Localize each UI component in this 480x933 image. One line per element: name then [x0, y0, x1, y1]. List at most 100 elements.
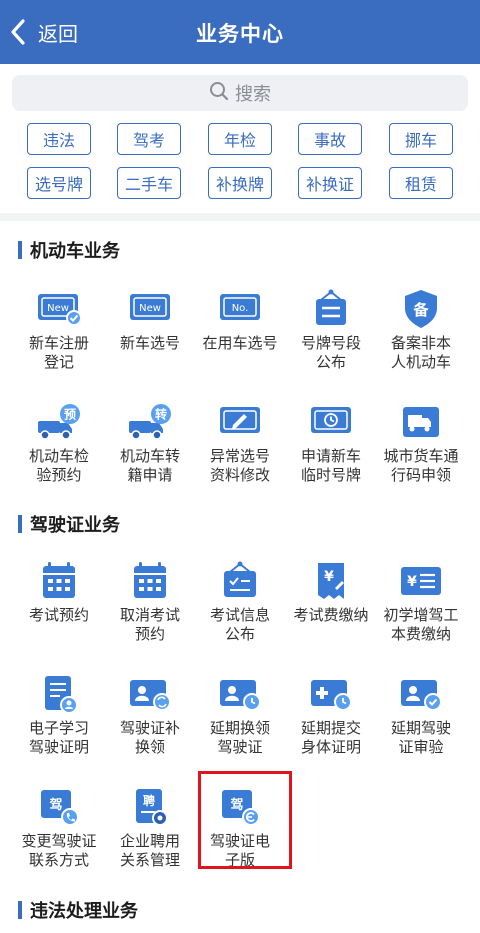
service-extend-license-renewal[interactable]: 延期换领 驾驶证 [195, 673, 285, 757]
fee-card-icon: ¥ [398, 560, 444, 602]
service-abnormal-number-edit[interactable]: 异常选号 资料修改 [195, 401, 285, 485]
service-new-car-number[interactable]: New 新车选号 [105, 288, 195, 353]
section-divider [0, 213, 480, 221]
license-check-icon [398, 673, 444, 715]
section-title-motor: 机动车业务 [18, 239, 120, 262]
temporary-plate-clock-icon [308, 401, 354, 443]
service-label: 备案非本 人机动车 [390, 334, 451, 371]
service-new-car-registration[interactable]: New 新车注册 登记 [14, 288, 104, 372]
employment-doc-icon: 聘 [127, 786, 173, 828]
service-exam-fee[interactable]: ¥ 考试费缴纳 [286, 560, 376, 625]
section-accent-bar [18, 241, 22, 259]
license-phone-icon: 驾 [36, 786, 82, 828]
service-learner-fee[interactable]: ¥ 初学增驾工 本费缴纳 [376, 560, 466, 644]
service-label: 变更驾驶证 联系方式 [21, 832, 97, 869]
service-label: 驾驶证补 换领 [119, 719, 180, 756]
fee-receipt-icon: ¥ [308, 560, 354, 602]
service-label: 申请新车 临时号牌 [300, 447, 361, 484]
license-extend-clock-icon [217, 673, 263, 715]
service-vehicle-transfer[interactable]: 转 机动车转 籍申请 [105, 401, 195, 485]
service-label: 城市货车通 行码申领 [383, 447, 459, 484]
service-exam-info[interactable]: 考试信息 公布 [195, 560, 285, 644]
search-placeholder: 搜索 [235, 84, 271, 105]
service-label: 异常选号 资料修改 [209, 447, 270, 484]
tag-replace-plate[interactable]: 补换牌 [208, 167, 272, 199]
service-label: 延期驾驶 证审验 [390, 719, 451, 756]
service-temporary-plate[interactable]: 申请新车 临时号牌 [286, 401, 376, 485]
svg-text:¥: ¥ [407, 574, 417, 590]
new-plate-check-icon: New [36, 288, 82, 330]
record-shield-icon: 备 [398, 288, 444, 330]
search-icon [209, 81, 235, 106]
tag-used-car[interactable]: 二手车 [117, 167, 181, 199]
exam-board-icon [217, 560, 263, 602]
service-label: 延期换领 驾驶证 [209, 719, 270, 756]
service-label: 新车选号 [119, 334, 180, 352]
section-accent-bar [18, 515, 22, 533]
calendar-cancel-icon [127, 560, 173, 602]
service-extend-health-cert[interactable]: 延期提交 身体证明 [286, 673, 376, 757]
svg-text:New: New [139, 303, 161, 314]
service-employment-management[interactable]: 聘 企业聘用 关系管理 [105, 786, 195, 870]
tag-move-car[interactable]: 挪车 [389, 123, 453, 155]
tag-accident[interactable]: 事故 [298, 123, 362, 155]
tag-select-plate[interactable]: 选号牌 [27, 167, 91, 199]
service-label: 延期提交 身体证明 [300, 719, 361, 756]
service-change-license-contact[interactable]: 驾 变更驾驶证 联系方式 [14, 786, 104, 870]
svg-text:驾: 驾 [49, 797, 62, 813]
service-e-learning-certificate[interactable]: 电子学习 驾驶证明 [14, 673, 104, 757]
svg-text:预: 预 [64, 408, 76, 422]
tag-rental[interactable]: 租赁 [389, 167, 453, 199]
service-label: 机动车检 验预约 [28, 447, 89, 484]
service-label: 考试预约 [28, 606, 89, 624]
service-record-non-owned-vehicle[interactable]: 备 备案非本 人机动车 [376, 288, 466, 372]
service-label: 企业聘用 关系管理 [119, 832, 180, 869]
svg-text:New: New [47, 303, 69, 314]
license-reissue-icon [127, 673, 173, 715]
tag-replace-license[interactable]: 补换证 [298, 167, 362, 199]
service-extend-license-review[interactable]: 延期驾驶 证审验 [376, 673, 466, 757]
calendar-icon [36, 560, 82, 602]
selection-highlight-box [198, 771, 292, 869]
service-plate-segment-announce[interactable]: 号牌号段 公布 [286, 288, 376, 372]
tag-annual-inspection[interactable]: 年检 [208, 123, 272, 155]
service-label: 初学增驾工 本费缴纳 [383, 606, 459, 643]
section-title-violation: 违法处理业务 [18, 899, 138, 922]
city-truck-pass-icon [398, 401, 444, 443]
announcement-board-icon [308, 288, 354, 330]
plate-number-icon: No. [217, 288, 263, 330]
search-input[interactable]: 搜索 [12, 75, 468, 111]
service-exam-booking[interactable]: 考试预约 [14, 560, 104, 625]
svg-text:备: 备 [412, 301, 429, 319]
health-cert-clock-icon [308, 673, 354, 715]
service-in-use-car-number[interactable]: No. 在用车选号 [195, 288, 285, 353]
service-city-truck-pass[interactable]: 城市货车通 行码申领 [376, 401, 466, 485]
svg-text:No.: No. [232, 303, 249, 314]
service-label: 考试信息 公布 [209, 606, 270, 643]
service-vehicle-inspection-booking[interactable]: 预 机动车检 验预约 [14, 401, 104, 485]
service-label: 机动车转 籍申请 [119, 447, 180, 484]
service-label: 在用车选号 [202, 334, 278, 352]
edit-plate-icon [217, 401, 263, 443]
section-title-text: 机动车业务 [30, 241, 120, 262]
section-title-text: 违法处理业务 [30, 901, 138, 922]
service-label: 电子学习 驾驶证明 [28, 719, 89, 756]
service-label: 新车注册 登记 [28, 334, 89, 371]
service-cancel-exam-booking[interactable]: 取消考试 预约 [105, 560, 195, 644]
service-license-reissue[interactable]: 驾驶证补 换领 [105, 673, 195, 757]
truck-inspection-icon: 预 [36, 401, 82, 443]
service-label: 取消考试 预约 [119, 606, 180, 643]
tag-violation[interactable]: 违法 [27, 123, 91, 155]
section-title-license: 驾驶证业务 [18, 513, 120, 536]
top-bar: 返回 业务中心 [0, 0, 480, 64]
tag-driving-test[interactable]: 驾考 [117, 123, 181, 155]
svg-text:聘: 聘 [143, 793, 155, 808]
page-title: 业务中心 [196, 22, 284, 46]
service-label: 考试费缴纳 [293, 606, 369, 624]
service-label: 号牌号段 公布 [300, 334, 361, 371]
section-title-text: 驾驶证业务 [30, 515, 120, 536]
svg-text:¥: ¥ [324, 569, 334, 585]
new-plate-icon: New [127, 288, 173, 330]
svg-text:转: 转 [155, 407, 167, 422]
section-accent-bar [18, 901, 22, 919]
